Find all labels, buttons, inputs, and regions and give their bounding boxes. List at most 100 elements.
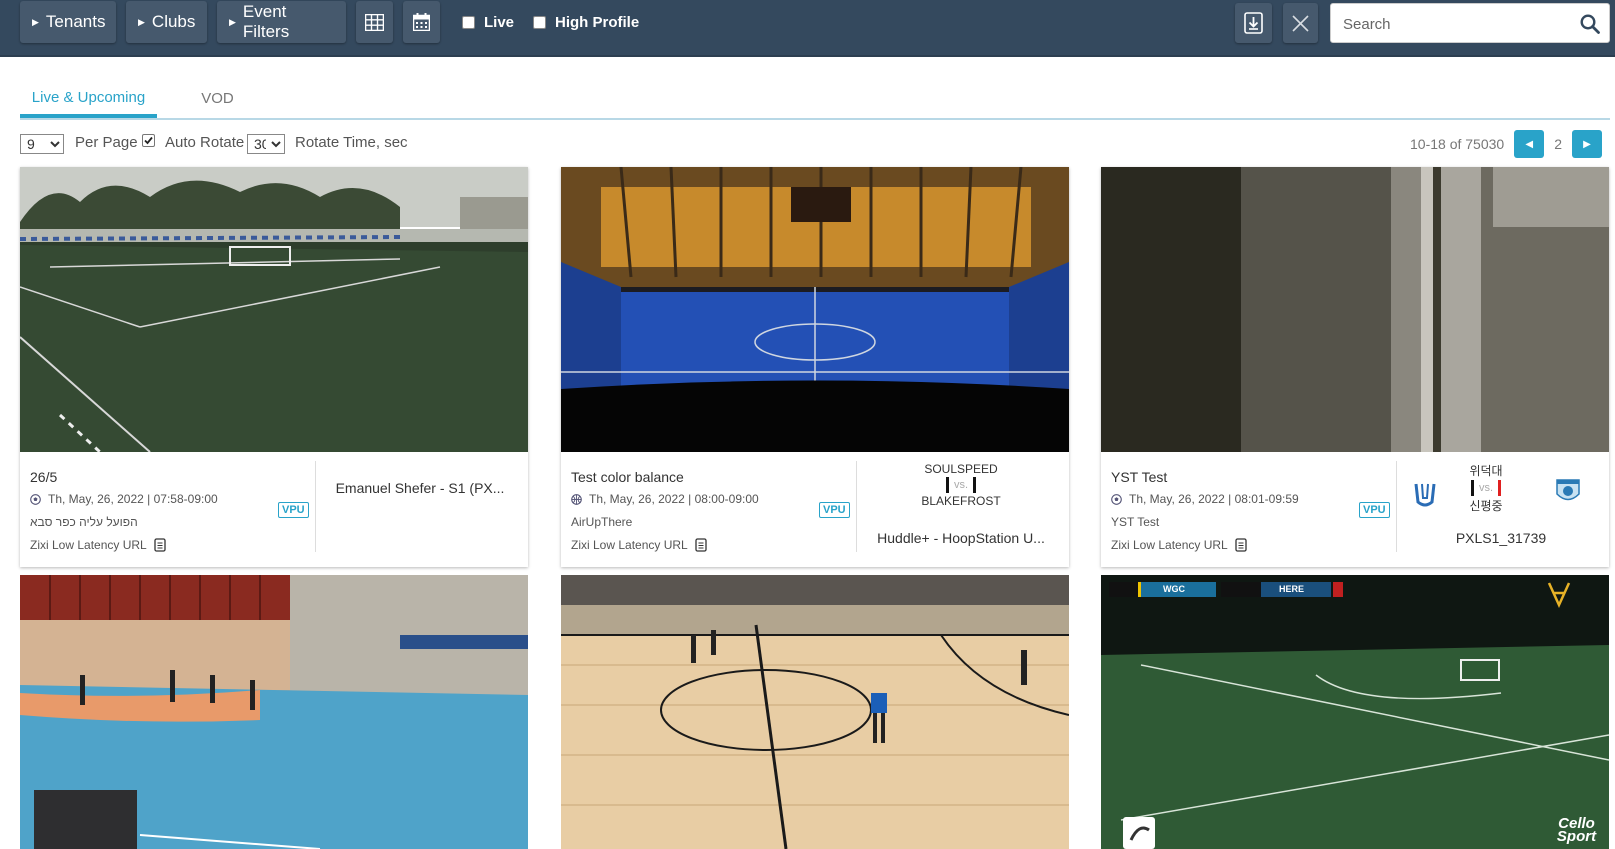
zixi-label: Zixi Low Latency URL [571,538,688,552]
teams-block: SOULSPEED vs. BLAKEFROST [861,462,1061,508]
per-page-select[interactable]: 9 [20,134,64,154]
zixi-link[interactable]: Zixi Low Latency URL [1111,538,1247,552]
event-tenant: הפועל עליה כפר סבא [30,515,138,529]
event-card[interactable] [561,575,1069,849]
top-toolbar: ▶ Tenants ▶ Clubs ▶ Event Filters Live H… [0,0,1615,57]
soccer-ball-icon [30,493,41,505]
tenants-filter-button[interactable]: ▶ Tenants [20,1,116,43]
event-info: YST Test Th, May, 26, 2022 | 08:01-09:59… [1101,452,1609,567]
rotate-time-select[interactable]: 30 [247,134,285,154]
event-card[interactable] [20,575,528,849]
event-thumbnail[interactable] [1101,167,1609,452]
caret-right-icon: ▶ [32,16,39,27]
event-thumbnail[interactable] [561,575,1069,849]
checkmark-icon [144,136,153,145]
event-filters-label: Event Filters [242,2,290,41]
tab-live-upcoming[interactable]: Live & Upcoming [20,80,157,118]
prev-page-button[interactable]: ◀ [1514,130,1545,158]
clubs-filter-button[interactable]: ▶ Clubs [126,1,207,43]
high-profile-filter-checkbox[interactable]: High Profile [533,14,639,31]
caret-right-icon: ▶ [138,16,145,27]
tenants-label: Tenants [45,12,106,31]
vpu-badge: VPU [1359,502,1390,518]
home-team-color [945,477,949,493]
event-date-text: Th, May, 26, 2022 | 08:01-09:59 [1129,492,1299,506]
scoreboard-home: WGC [1163,584,1185,594]
scoreboard-away: HERE [1279,584,1305,594]
home-team-name: 위덕대 [1469,464,1503,478]
event-tenant: AirUpThere [571,515,633,529]
chevron-right-icon: ▶ [1583,138,1591,150]
live-filter-checkbox[interactable]: Live [462,14,514,31]
event-thumbnail[interactable]: WGC HERE Cello Sport [1101,575,1609,849]
info-divider [1396,461,1397,552]
high-profile-label: High Profile [555,14,640,31]
event-tenant: YST Test [1111,515,1160,529]
event-title[interactable]: YST Test [1111,469,1167,485]
caret-right-icon: ▶ [229,16,236,27]
basketball-icon [571,493,582,505]
away-team-name: 신평중 [1469,499,1503,513]
grid-view-button[interactable] [356,1,393,43]
event-card[interactable]: WGC HERE Cello Sport [1101,575,1609,849]
device-name: Huddle+ - HoopStation U... [877,530,1045,546]
vpu-badge: VPU [278,502,309,518]
event-card[interactable]: YST Test Th, May, 26, 2022 | 08:01-09:59… [1101,167,1609,567]
vs-row: vs. [1431,479,1541,497]
event-info: 26/5 Th, May, 26, 2022 | 07:58-09:00 הפו… [20,452,528,567]
vpu-badge: VPU [819,502,850,518]
event-date-text: Th, May, 26, 2022 | 08:00-09:00 [589,492,759,506]
away-team-color [973,477,977,493]
auto-rotate-checkbox[interactable] [142,134,155,147]
event-date: Th, May, 26, 2022 | 08:00-09:00 [571,492,759,506]
clubs-label: Clubs [151,12,196,31]
event-filters-button[interactable]: ▶ Event Filters [217,1,346,43]
search-box [1330,3,1610,43]
event-thumbnail[interactable] [20,575,528,849]
calendar-icon [413,13,430,31]
event-date: Th, May, 26, 2022 | 08:01-09:59 [1111,492,1299,506]
pagination: 10-18 of 75030 ◀ 2 ▶ [1410,130,1602,158]
zixi-label: Zixi Low Latency URL [1111,538,1228,552]
away-team-name: BLAKEFROST [921,494,1001,508]
zixi-label: Zixi Low Latency URL [30,538,147,552]
chevron-left-icon: ◀ [1525,138,1534,150]
per-page-label: Per Page [75,134,138,151]
auto-rotate-label: Auto Rotate [165,134,245,151]
current-page-number: 2 [1554,136,1562,152]
event-title[interactable]: Test color balance [571,469,684,485]
live-checkbox-box[interactable] [462,16,475,29]
away-team-logo-icon [1556,479,1580,501]
event-title[interactable]: 26/5 [30,469,57,485]
event-card[interactable]: Test color balance Th, May, 26, 2022 | 0… [561,167,1069,567]
device-name: Emanuel Shefer - S1 (PX... [335,480,505,496]
calendar-view-button[interactable] [403,1,440,43]
vs-label: vs. [1478,482,1494,494]
search-input[interactable] [1341,12,1565,36]
event-thumbnail[interactable] [20,167,528,452]
soccer-ball-icon [1111,493,1122,505]
event-date: Th, May, 26, 2022 | 07:58-09:00 [30,492,218,506]
tab-vod[interactable]: VOD [180,80,255,116]
info-divider [315,461,316,552]
rotate-time-label: Rotate Time, sec [295,134,408,151]
zixi-link[interactable]: Zixi Low Latency URL [30,538,166,552]
vs-label: vs. [953,479,969,491]
copy-icon[interactable] [695,538,707,552]
high-profile-checkbox-box[interactable] [533,16,546,29]
next-page-button[interactable]: ▶ [1572,130,1602,158]
search-icon[interactable] [1580,14,1600,34]
live-label: Live [484,14,515,31]
content-tabs: Live & Upcoming VOD [20,80,1610,120]
copy-icon[interactable] [154,538,166,552]
device-name: PXLS1_31739 [1455,530,1547,546]
zixi-link[interactable]: Zixi Low Latency URL [571,538,707,552]
export-button[interactable] [1235,3,1272,43]
event-card[interactable]: 26/5 Th, May, 26, 2022 | 07:58-09:00 הפו… [20,167,528,567]
watermark: Cello Sport [1556,815,1597,845]
home-team-name: SOULSPEED [924,462,998,476]
away-team-color [1498,480,1502,496]
copy-icon[interactable] [1235,538,1247,552]
event-thumbnail[interactable] [561,167,1069,452]
clear-filters-button[interactable] [1283,3,1318,43]
